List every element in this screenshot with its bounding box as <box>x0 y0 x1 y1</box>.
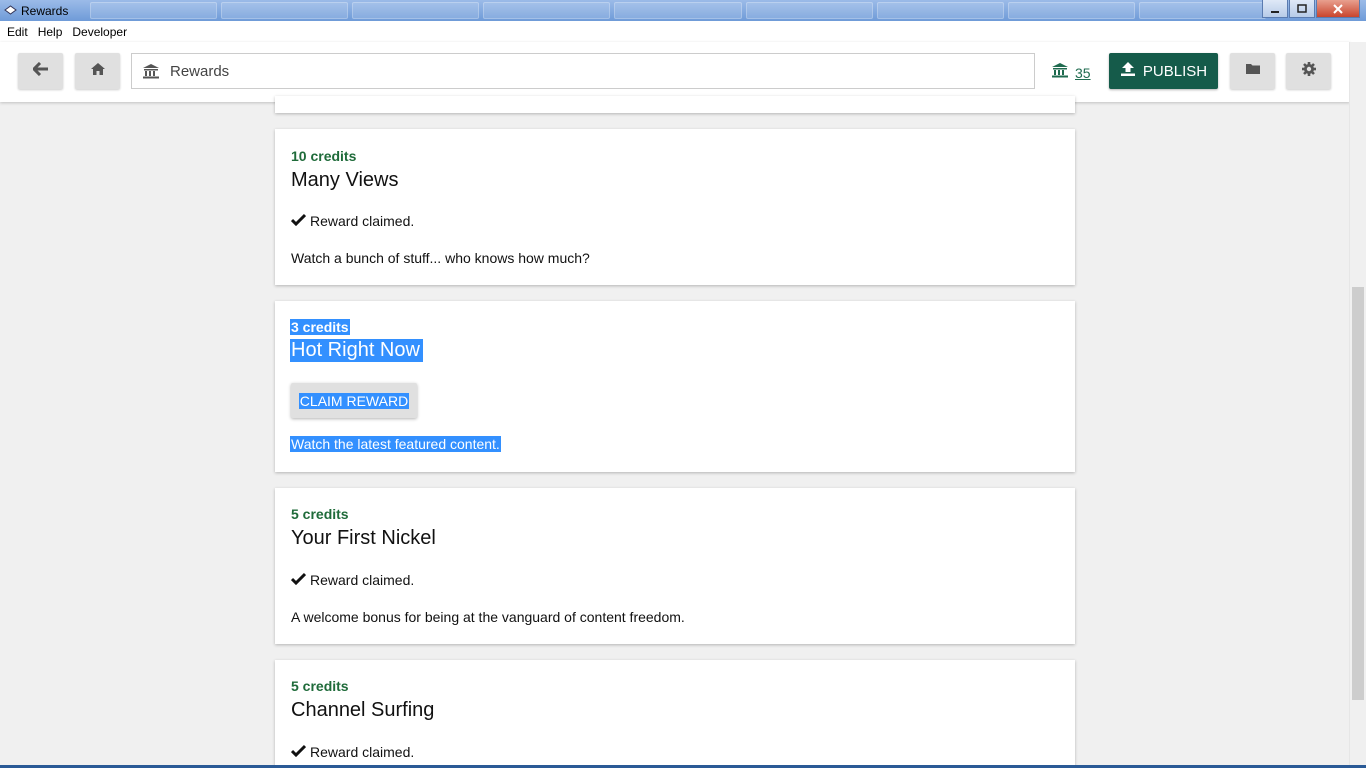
check-icon <box>290 572 307 588</box>
reward-description: Watch the latest featured content. <box>290 436 501 452</box>
balance-amount: 35 <box>1075 64 1091 81</box>
window-title: Rewards <box>21 3 69 18</box>
settings-button[interactable] <box>1286 53 1331 89</box>
arrow-left-icon <box>32 61 49 81</box>
wallet-balance[interactable]: 35 <box>1051 62 1091 83</box>
close-button[interactable] <box>1316 0 1360 18</box>
reward-description: A welcome bonus for being at the vanguar… <box>291 609 685 625</box>
menu-bar: Edit Help Developer <box>0 21 1366 42</box>
reward-credits: 5 credits <box>291 506 349 522</box>
publish-label: PUBLISH <box>1142 62 1208 80</box>
reward-description: Watch a bunch of stuff... who knows how … <box>291 250 590 266</box>
reward-card: 5 credits Channel Surfing Reward claimed… <box>275 660 1075 768</box>
reward-card: 10 credits Many Views Reward claimed. Wa… <box>275 129 1075 285</box>
reward-credits: 5 credits <box>291 678 349 694</box>
bank-icon <box>1051 62 1069 83</box>
menu-help[interactable]: Help <box>38 25 63 39</box>
reward-status: Reward claimed. <box>290 744 415 760</box>
reward-card: 5 credits Your First Nickel Reward claim… <box>275 488 1075 644</box>
claim-reward-label: CLAIM REWARD <box>298 392 410 409</box>
reward-title: Many Views <box>291 169 399 191</box>
window-titlebar: Rewards <box>0 0 1366 21</box>
reward-title: Hot Right Now <box>290 339 423 362</box>
background-tabs <box>90 2 1266 19</box>
reward-status-text: Reward claimed. <box>310 213 415 229</box>
reward-credits: 10 credits <box>291 148 357 164</box>
home-button[interactable] <box>75 53 120 89</box>
check-icon <box>290 213 307 229</box>
reward-title: Your First Nickel <box>291 527 436 549</box>
menu-developer[interactable]: Developer <box>72 25 127 39</box>
reward-credits: 3 credits <box>290 319 350 335</box>
home-icon <box>90 62 106 81</box>
minimize-button[interactable] <box>1262 0 1288 18</box>
address-bar[interactable]: Rewards <box>131 53 1035 89</box>
bank-icon <box>142 63 160 79</box>
files-button[interactable] <box>1230 53 1275 89</box>
reward-status: Reward claimed. <box>290 572 415 588</box>
reward-card: 3 credits Hot Right Now CLAIM REWARD Wat… <box>275 301 1075 472</box>
maximize-button[interactable] <box>1289 0 1315 18</box>
folder-icon <box>1245 62 1261 80</box>
address-text: Rewards <box>170 62 230 80</box>
reward-status-text: Reward claimed. <box>310 744 415 760</box>
upload-icon <box>1120 61 1136 81</box>
app-icon <box>3 4 17 18</box>
gear-icon <box>1301 61 1317 82</box>
reward-status: Reward claimed. <box>290 213 415 229</box>
app-header: Rewards 35 PUBLISH <box>0 42 1350 102</box>
reward-card-partial <box>275 96 1075 113</box>
publish-button[interactable]: PUBLISH <box>1109 53 1218 89</box>
check-icon <box>290 744 307 760</box>
menu-edit[interactable]: Edit <box>7 25 28 39</box>
claim-reward-button[interactable]: CLAIM REWARD <box>291 383 417 418</box>
vertical-scrollbar[interactable] <box>1349 42 1366 766</box>
reward-status-text: Reward claimed. <box>310 572 415 588</box>
reward-title: Channel Surfing <box>291 699 435 721</box>
scrollbar-thumb[interactable] <box>1352 287 1364 700</box>
back-button[interactable] <box>18 53 63 89</box>
